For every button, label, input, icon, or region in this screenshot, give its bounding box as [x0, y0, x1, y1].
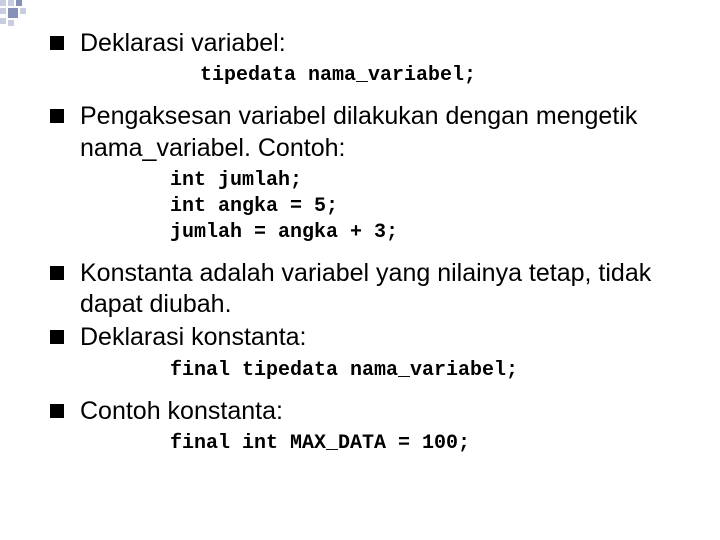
- corner-decoration: [0, 0, 30, 26]
- bullet-icon: [50, 330, 64, 344]
- code-block: int jumlah; int angka = 5; jumlah = angk…: [170, 168, 680, 246]
- code-block: final tipedata nama_variabel;: [170, 358, 680, 384]
- code-block: tipedata nama_variabel;: [200, 63, 680, 89]
- list-item: Deklarasi variabel:: [50, 28, 680, 59]
- item-text: Konstanta adalah variabel yang nilainya …: [80, 258, 680, 321]
- item-text: Pengaksesan variabel dilakukan dengan me…: [80, 101, 680, 164]
- item-text: Deklarasi variabel:: [80, 28, 286, 59]
- code-block: final int MAX_DATA = 100;: [170, 431, 680, 457]
- list-item: Pengaksesan variabel dilakukan dengan me…: [50, 101, 680, 164]
- item-text: Deklarasi konstanta:: [80, 322, 307, 353]
- bullet-icon: [50, 36, 64, 50]
- list-item: Deklarasi konstanta:: [50, 322, 680, 353]
- item-text: Contoh konstanta:: [80, 396, 283, 427]
- list-item: Contoh konstanta:: [50, 396, 680, 427]
- bullet-icon: [50, 404, 64, 418]
- bullet-icon: [50, 266, 64, 280]
- slide-content: Deklarasi variabel: tipedata nama_variab…: [0, 0, 720, 457]
- bullet-icon: [50, 109, 64, 123]
- list-item: Konstanta adalah variabel yang nilainya …: [50, 258, 680, 321]
